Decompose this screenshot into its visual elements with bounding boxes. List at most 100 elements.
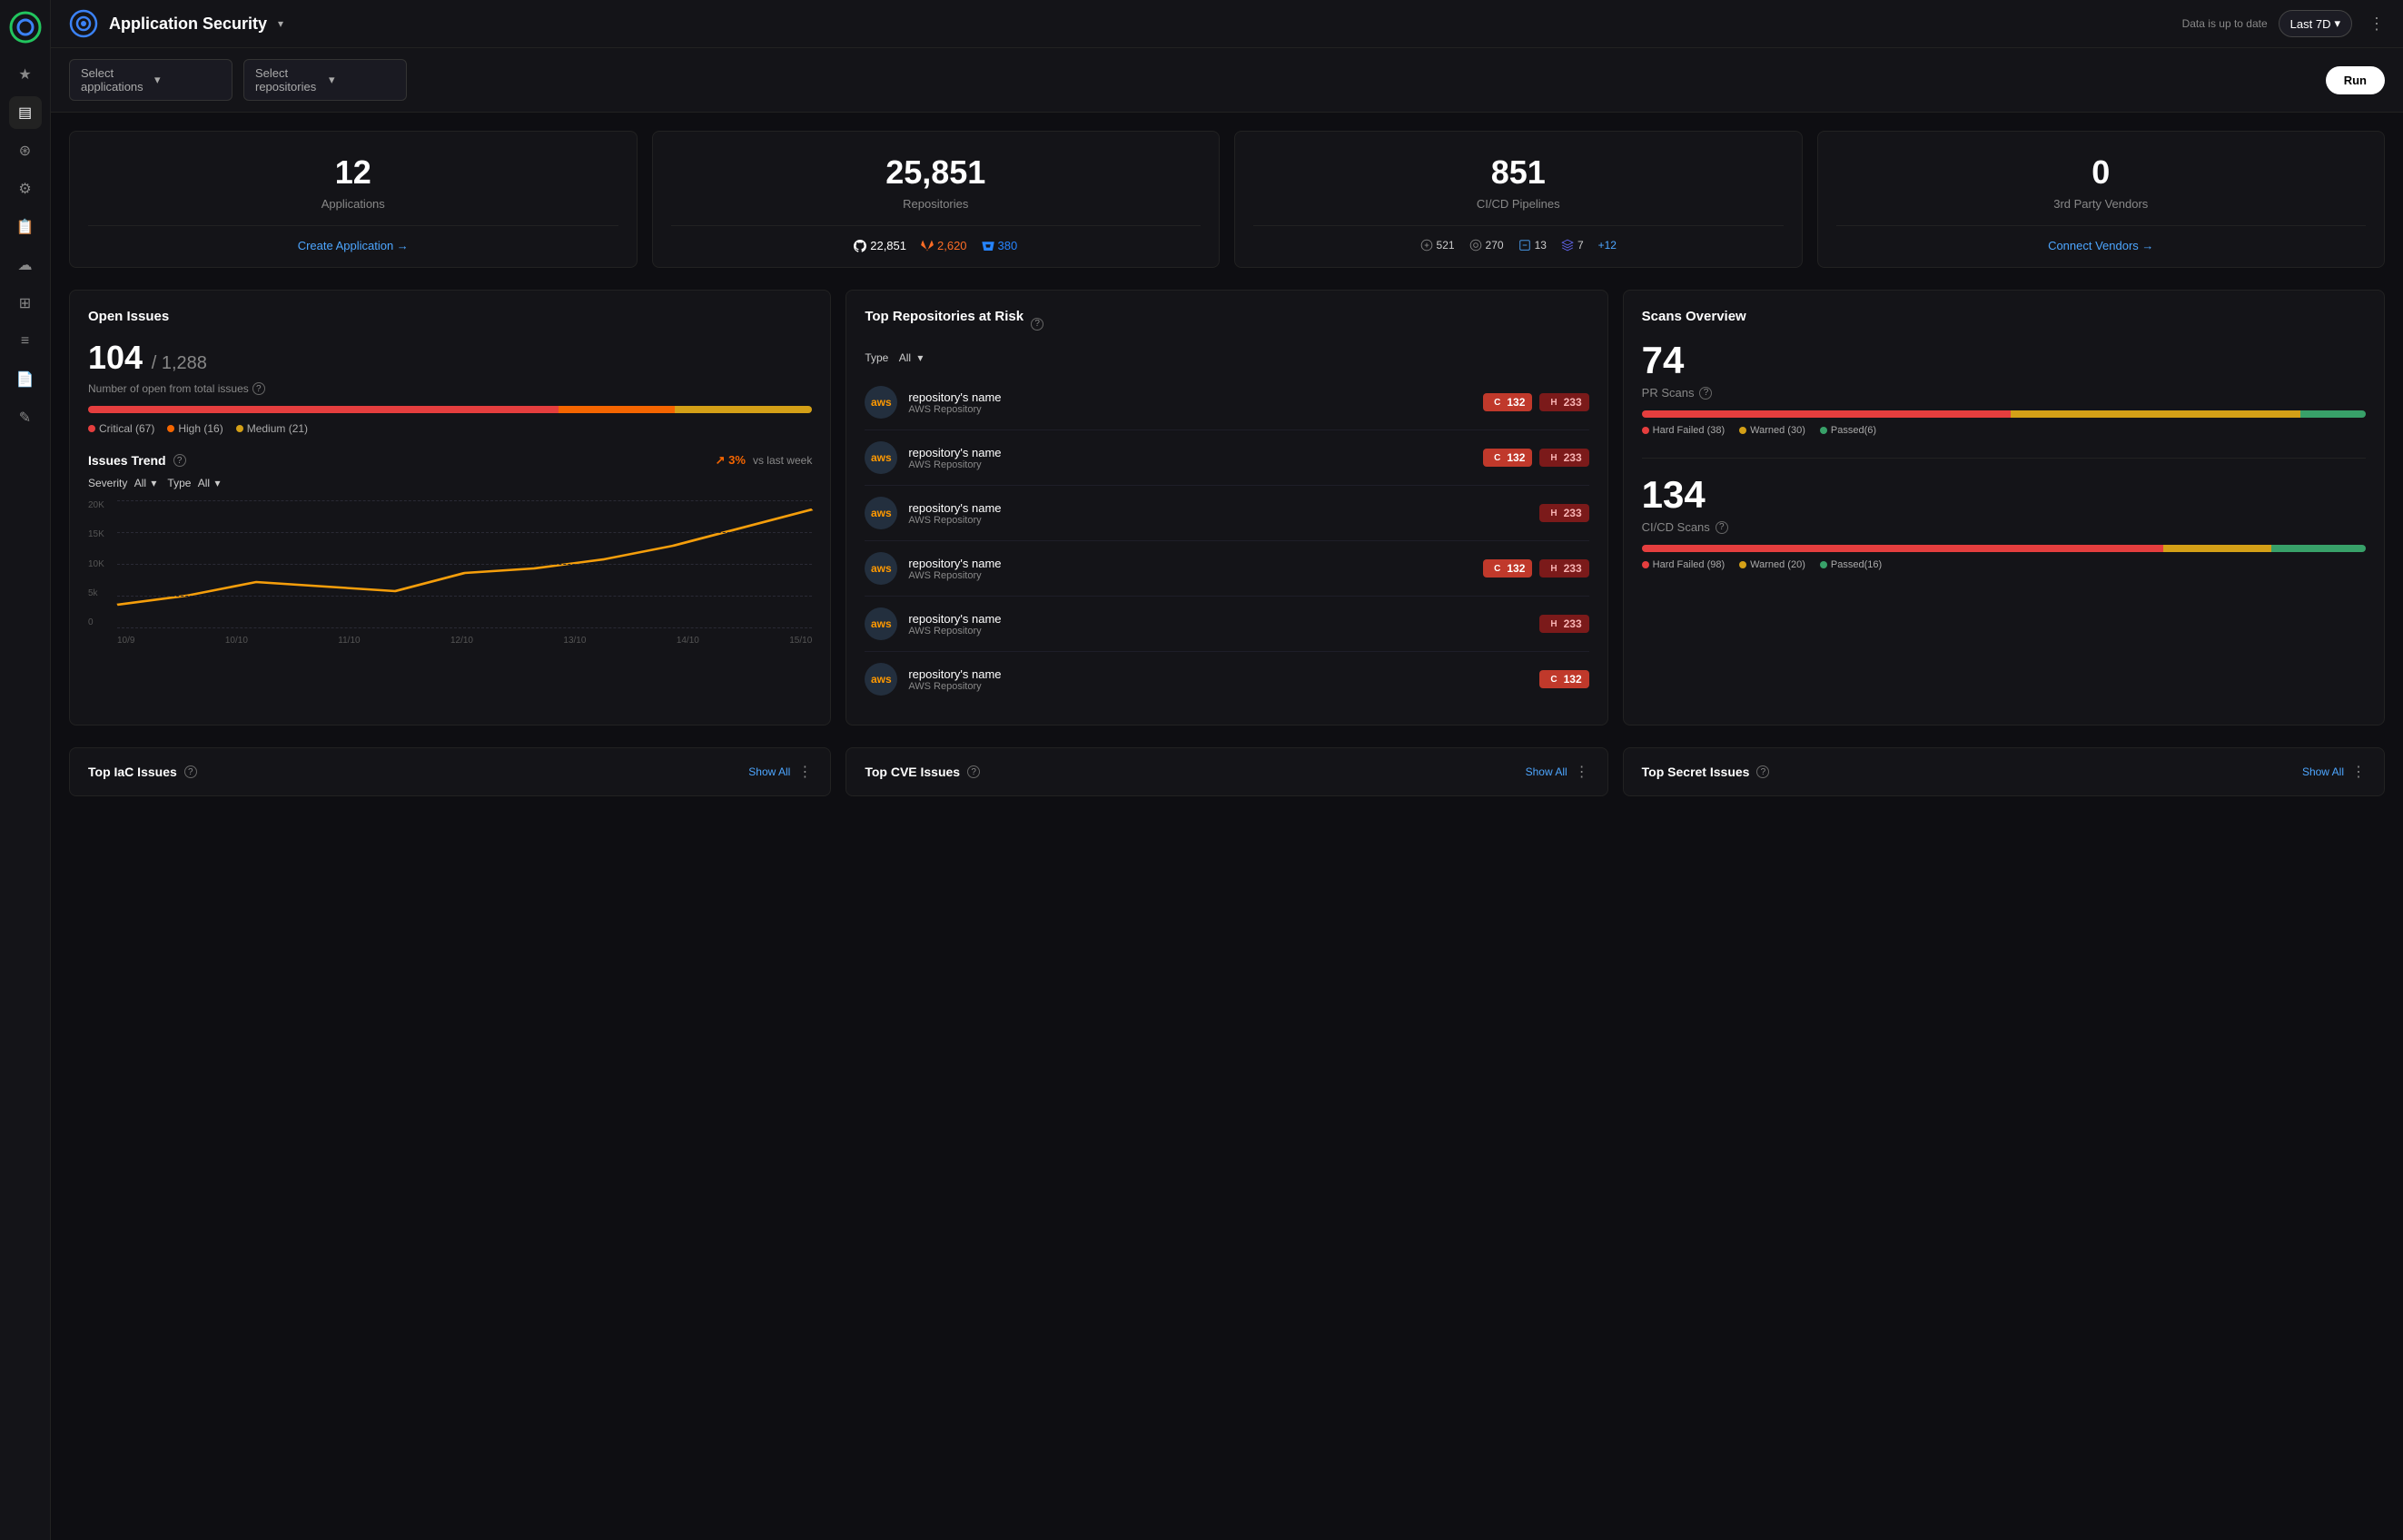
secret-more-icon[interactable]: ⋮ <box>2351 763 2366 781</box>
run-button[interactable]: Run <box>2326 66 2385 94</box>
repos-type-select[interactable]: Type All ▾ <box>865 351 1588 364</box>
cve-title: Top CVE Issues <box>865 765 960 779</box>
scans-divider <box>1642 458 2366 459</box>
cicd-card: 851 CI/CD Pipelines 521 270 13 <box>1234 131 1803 268</box>
repos-list: aws repository's name AWS Repository C13… <box>865 375 1588 706</box>
repos-header: Top Repositories at Risk ? <box>865 309 1588 339</box>
cve-show-all-link[interactable]: Show All <box>1526 765 1567 778</box>
cve-more-icon[interactable]: ⋮ <box>1575 763 1589 781</box>
sidebar-item-layers[interactable]: ≡ <box>9 325 42 358</box>
bitbucket-count: 380 <box>982 239 1018 252</box>
pr-scans-number: 74 <box>1642 339 2366 382</box>
sidebar-item-cloud[interactable]: ☁ <box>9 249 42 281</box>
sidebar-item-home[interactable]: ★ <box>9 58 42 91</box>
cicd-scans-label: CI/CD Scans ? <box>1642 520 2366 534</box>
repo-name: repository's name <box>908 557 1472 570</box>
repos-help-icon[interactable]: ? <box>1031 318 1043 331</box>
open-issues-numbers: 104 / 1,288 <box>88 339 812 377</box>
cicd-scans-help-icon[interactable]: ? <box>1716 521 1728 534</box>
severity-progress-bar <box>88 406 812 413</box>
high-badge: H233 <box>1539 559 1588 578</box>
header-chevron-icon[interactable]: ▾ <box>278 17 283 30</box>
repo-badges: C132 H233 <box>1483 393 1589 411</box>
sidebar-item-reports[interactable]: 📋 <box>9 211 42 243</box>
cve-help-icon[interactable]: ? <box>967 765 980 778</box>
repo-type: AWS Repository <box>908 515 1528 526</box>
open-issues-sublabel: Number of open from total issues ? <box>88 382 812 395</box>
repo-icons: 22,851 2,620 380 <box>671 239 1202 252</box>
sidebar-logo <box>9 11 42 44</box>
repo-name: repository's name <box>908 612 1528 626</box>
open-issues-panel: Open Issues 104 / 1,288 Number of open f… <box>69 290 831 726</box>
open-issues-help-icon[interactable]: ? <box>252 382 265 395</box>
app-logo <box>69 9 98 38</box>
repo-name: repository's name <box>908 446 1472 459</box>
repo-aws-logo: aws <box>865 663 897 696</box>
high-badge: H233 <box>1539 449 1588 467</box>
time-range-button[interactable]: Last 7D ▾ <box>2279 10 2352 37</box>
sidebar-item-settings[interactable]: ⚙ <box>9 173 42 205</box>
repo-name: repository's name <box>908 390 1472 404</box>
type-filter[interactable]: Type All ▾ <box>167 477 220 489</box>
repo-badges: H233 <box>1539 504 1588 522</box>
high-badge: H233 <box>1539 393 1588 411</box>
issues-trend-header: Issues Trend ? ↗ 3% vs last week <box>88 453 812 468</box>
critical-badge: C132 <box>1483 449 1532 467</box>
y-axis: 20K 15K 10K 5k 0 <box>88 500 115 627</box>
pr-hard-failed-bar <box>1642 410 2012 418</box>
repo-info: repository's name AWS Repository <box>908 390 1472 415</box>
repositories-select[interactable]: Select repositories ▾ <box>243 59 407 101</box>
severity-filter[interactable]: Severity All ▾ <box>88 477 156 489</box>
iac-show-all-link[interactable]: Show All <box>748 765 790 778</box>
create-application-link[interactable]: Create Application → <box>88 239 618 252</box>
sidebar-item-grid[interactable]: ⊞ <box>9 287 42 320</box>
repo-badges: H233 <box>1539 615 1588 633</box>
repo-name: repository's name <box>908 501 1528 515</box>
issues-chart: 20K 15K 10K 5k 0 <box>88 500 812 646</box>
repositories-card: 25,851 Repositories 22,851 2,620 380 <box>652 131 1221 268</box>
repo-type: AWS Repository <box>908 626 1528 637</box>
cicd-scans-number: 134 <box>1642 473 2366 517</box>
critical-dot <box>88 425 95 432</box>
top-repos-panel: Top Repositories at Risk ? Type All ▾ aw… <box>846 290 1607 726</box>
sidebar-item-edit[interactable]: ✎ <box>9 401 42 434</box>
x-axis: 10/9 10/10 11/10 12/10 13/10 14/10 15/10 <box>117 636 812 646</box>
sidebar-item-dashboard[interactable]: ▤ <box>9 96 42 129</box>
cicd-icons: 521 270 13 7 +12 <box>1253 239 1784 252</box>
trend-filters: Severity All ▾ Type All ▾ <box>88 477 812 489</box>
trend-help-icon[interactable]: ? <box>173 454 186 467</box>
header-more-icon[interactable]: ⋮ <box>2368 15 2385 34</box>
critical-bar <box>88 406 559 413</box>
applications-select[interactable]: Select applications ▾ <box>69 59 232 101</box>
sidebar-item-shield[interactable]: ⊛ <box>9 134 42 167</box>
repo-item: aws repository's name AWS Repository C13… <box>865 375 1588 430</box>
iac-help-icon[interactable]: ? <box>184 765 197 778</box>
bottom-panels-row: Top IaC Issues ? Show All ⋮ Top CVE Issu… <box>69 747 2385 796</box>
repo-info: repository's name AWS Repository <box>908 557 1472 581</box>
repo-name: repository's name <box>908 667 1528 681</box>
open-issues-title: Open Issues <box>88 309 812 324</box>
cicd-warned-bar <box>2163 545 2272 552</box>
repos-title: Top Repositories at Risk <box>865 309 1024 324</box>
cicd-icon-4: 7 <box>1561 239 1584 252</box>
severity-legend: Critical (67) High (16) Medium (21) <box>88 422 812 435</box>
filter-bar: Select applications ▾ Select repositorie… <box>51 48 2403 113</box>
pr-scans-help-icon[interactable]: ? <box>1699 387 1712 400</box>
sidebar-item-docs[interactable]: 📄 <box>9 363 42 396</box>
repo-aws-logo: aws <box>865 552 897 585</box>
iac-more-icon[interactable]: ⋮ <box>797 763 812 781</box>
repo-aws-logo: aws <box>865 497 897 529</box>
high-badge: H233 <box>1539 615 1588 633</box>
repo-type: AWS Repository <box>908 459 1472 470</box>
cicd-icon-3: 13 <box>1518 239 1547 252</box>
repo-item: aws repository's name AWS Repository C13… <box>865 652 1588 706</box>
iac-issues-panel: Top IaC Issues ? Show All ⋮ <box>69 747 831 796</box>
secret-help-icon[interactable]: ? <box>1756 765 1769 778</box>
vendors-count: 0 <box>1836 153 2367 192</box>
connect-vendors-link[interactable]: Connect Vendors → <box>1836 239 2367 252</box>
secret-show-all-link[interactable]: Show All <box>2302 765 2344 778</box>
github-count: 22,851 <box>854 239 906 252</box>
stats-row: 12 Applications Create Application → 25,… <box>69 131 2385 268</box>
repositories-count: 25,851 <box>671 153 1202 192</box>
cicd-icon-1: 521 <box>1420 239 1455 252</box>
